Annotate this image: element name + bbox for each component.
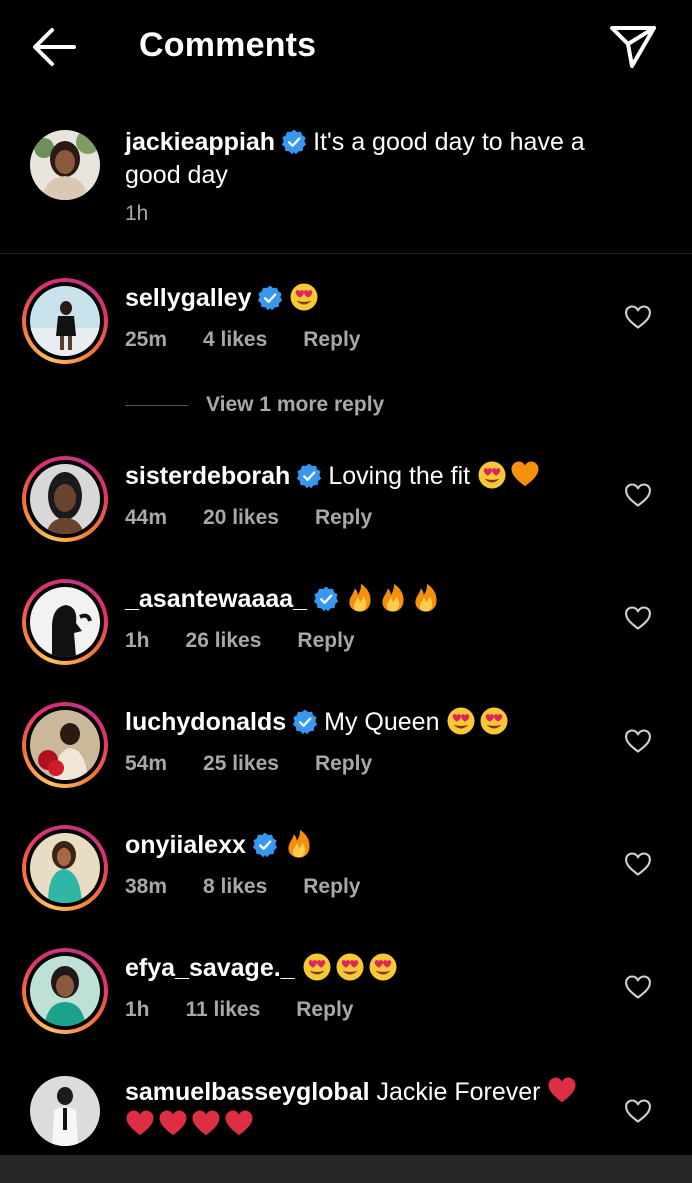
comment-text: samuelbasseyglobal Jackie Forever <box>125 1076 605 1142</box>
reply-button[interactable]: Reply <box>315 752 372 775</box>
comment-username[interactable]: samuelbasseyglobal <box>125 1078 370 1106</box>
comment-body: My Queen <box>324 708 440 736</box>
post-caption: jackieappiah It's a good day to have a go… <box>0 110 692 254</box>
caption-text: jackieappiah It's a good day to have a go… <box>125 126 635 192</box>
heart-eyes-emoji-icon <box>335 952 365 982</box>
top-bar: Comments <box>0 0 692 92</box>
comment-text: onyiialexx <box>125 829 605 862</box>
comment-username[interactable]: _asantewaaaa_ <box>125 585 307 613</box>
comment-text: luchydonalds My Queen <box>125 706 605 739</box>
reply-button[interactable]: Reply <box>315 506 372 529</box>
comment-meta: 1h 11 likes Reply <box>125 998 389 1022</box>
verified-badge-icon <box>257 285 283 311</box>
heart-eyes-emoji-icon <box>302 952 332 982</box>
comment-text: _asantewaaaa_ <box>125 583 605 616</box>
divider <box>125 405 188 406</box>
comment-likes[interactable]: 8 likes <box>203 875 267 898</box>
reply-button[interactable]: Reply <box>303 328 360 351</box>
like-heart-icon[interactable] <box>624 304 652 330</box>
comment-username[interactable]: sisterdeborah <box>125 462 290 490</box>
comment-username[interactable]: sellygalley <box>125 284 251 312</box>
page-title: Comments <box>139 26 317 64</box>
like-heart-icon[interactable] <box>624 605 652 631</box>
comment-text: sisterdeborah Loving the fit <box>125 460 605 493</box>
story-ring-avatar[interactable] <box>22 278 108 364</box>
comment-likes[interactable]: 4 likes <box>203 328 267 351</box>
heart-eyes-emoji-icon <box>477 460 507 490</box>
like-heart-icon[interactable] <box>624 1098 652 1124</box>
comment-item: sisterdeborah Loving the fit 44m 20 likes R… <box>0 456 692 566</box>
comment-time: 1h <box>125 629 150 652</box>
story-ring-avatar[interactable] <box>22 456 108 542</box>
comment-item: _asantewaaaa_ 1h 26 likes Reply <box>0 579 692 689</box>
story-ring-avatar[interactable] <box>22 948 108 1034</box>
comment-likes[interactable]: 11 likes <box>186 998 261 1021</box>
comment-item: luchydonalds My Queen 54m 25 likes Reply <box>0 702 692 812</box>
comment-meta: 38m 8 likes Reply <box>125 875 396 899</box>
verified-badge-icon <box>281 129 307 155</box>
comment-item: sellygalley 25m 4 likes Reply <box>0 278 692 388</box>
comment-meta: 44m 20 likes Reply <box>125 506 408 530</box>
heart-eyes-emoji-icon <box>446 706 476 736</box>
like-heart-icon[interactable] <box>624 482 652 508</box>
heart-eyes-emoji-icon <box>368 952 398 982</box>
red-heart-emoji-icon <box>224 1109 254 1139</box>
comment-likes[interactable]: 20 likes <box>203 506 279 529</box>
fire-emoji-icon <box>345 583 375 613</box>
fire-emoji-icon <box>411 583 441 613</box>
like-heart-icon[interactable] <box>624 851 652 877</box>
comment-meta: 25m 4 likes Reply <box>125 328 396 352</box>
story-ring-avatar[interactable] <box>22 702 108 788</box>
avatar[interactable] <box>30 130 100 200</box>
comment-body: Jackie Forever <box>376 1078 541 1106</box>
comment-meta: 54m 25 likes Reply <box>125 752 408 776</box>
comment-text: efya_savage._ <box>125 952 605 985</box>
view-more-replies-label[interactable]: View 1 more reply <box>206 393 384 417</box>
comment-username[interactable]: onyiialexx <box>125 831 246 859</box>
comment-likes[interactable]: 25 likes <box>203 752 279 775</box>
comment-item: onyiialexx 38m 8 likes Reply <box>0 825 692 935</box>
comment-time: 44m <box>125 506 168 529</box>
fire-emoji-icon <box>284 829 314 859</box>
heart-eyes-emoji-icon <box>289 282 319 312</box>
comment-likes[interactable]: 26 likes <box>186 629 262 652</box>
fire-emoji-icon <box>378 583 408 613</box>
story-ring-avatar[interactable] <box>22 579 108 665</box>
comment-text: sellygalley <box>125 282 605 315</box>
reply-button[interactable]: Reply <box>303 875 360 898</box>
comment-username[interactable]: luchydonalds <box>125 708 286 736</box>
reply-button[interactable]: Reply <box>297 629 354 652</box>
story-ring-avatar[interactable] <box>22 825 108 911</box>
orange-heart-emoji-icon <box>510 460 540 490</box>
comment-username[interactable]: efya_savage._ <box>125 954 295 982</box>
comment-item: efya_savage._ 1h 11 likes Reply <box>0 948 692 1058</box>
red-heart-emoji-icon <box>125 1109 155 1139</box>
comment-body: Loving the fit <box>328 462 471 490</box>
comment-time: 38m <box>125 875 168 898</box>
comment-meta: 1h 26 likes Reply <box>125 629 391 653</box>
share-direct-icon[interactable] <box>606 22 658 70</box>
verified-badge-icon <box>252 832 278 858</box>
comment-time: 54m <box>125 752 168 775</box>
verified-badge-icon <box>296 463 322 489</box>
heart-eyes-emoji-icon <box>479 706 509 736</box>
red-heart-emoji-icon <box>191 1109 221 1139</box>
back-arrow-icon[interactable] <box>28 24 80 70</box>
verified-badge-icon <box>292 709 318 735</box>
caption-timestamp: 1h <box>125 202 149 225</box>
like-heart-icon[interactable] <box>624 728 652 754</box>
red-heart-emoji-icon <box>547 1076 577 1106</box>
bottom-bar <box>0 1155 692 1183</box>
verified-badge-icon <box>313 586 339 612</box>
red-heart-emoji-icon <box>158 1109 188 1139</box>
reply-button[interactable]: Reply <box>296 998 353 1021</box>
like-heart-icon[interactable] <box>624 974 652 1000</box>
caption-username[interactable]: jackieappiah <box>125 128 275 156</box>
comment-time: 25m <box>125 328 168 351</box>
comment-time: 1h <box>125 998 150 1021</box>
avatar[interactable] <box>30 1076 100 1146</box>
